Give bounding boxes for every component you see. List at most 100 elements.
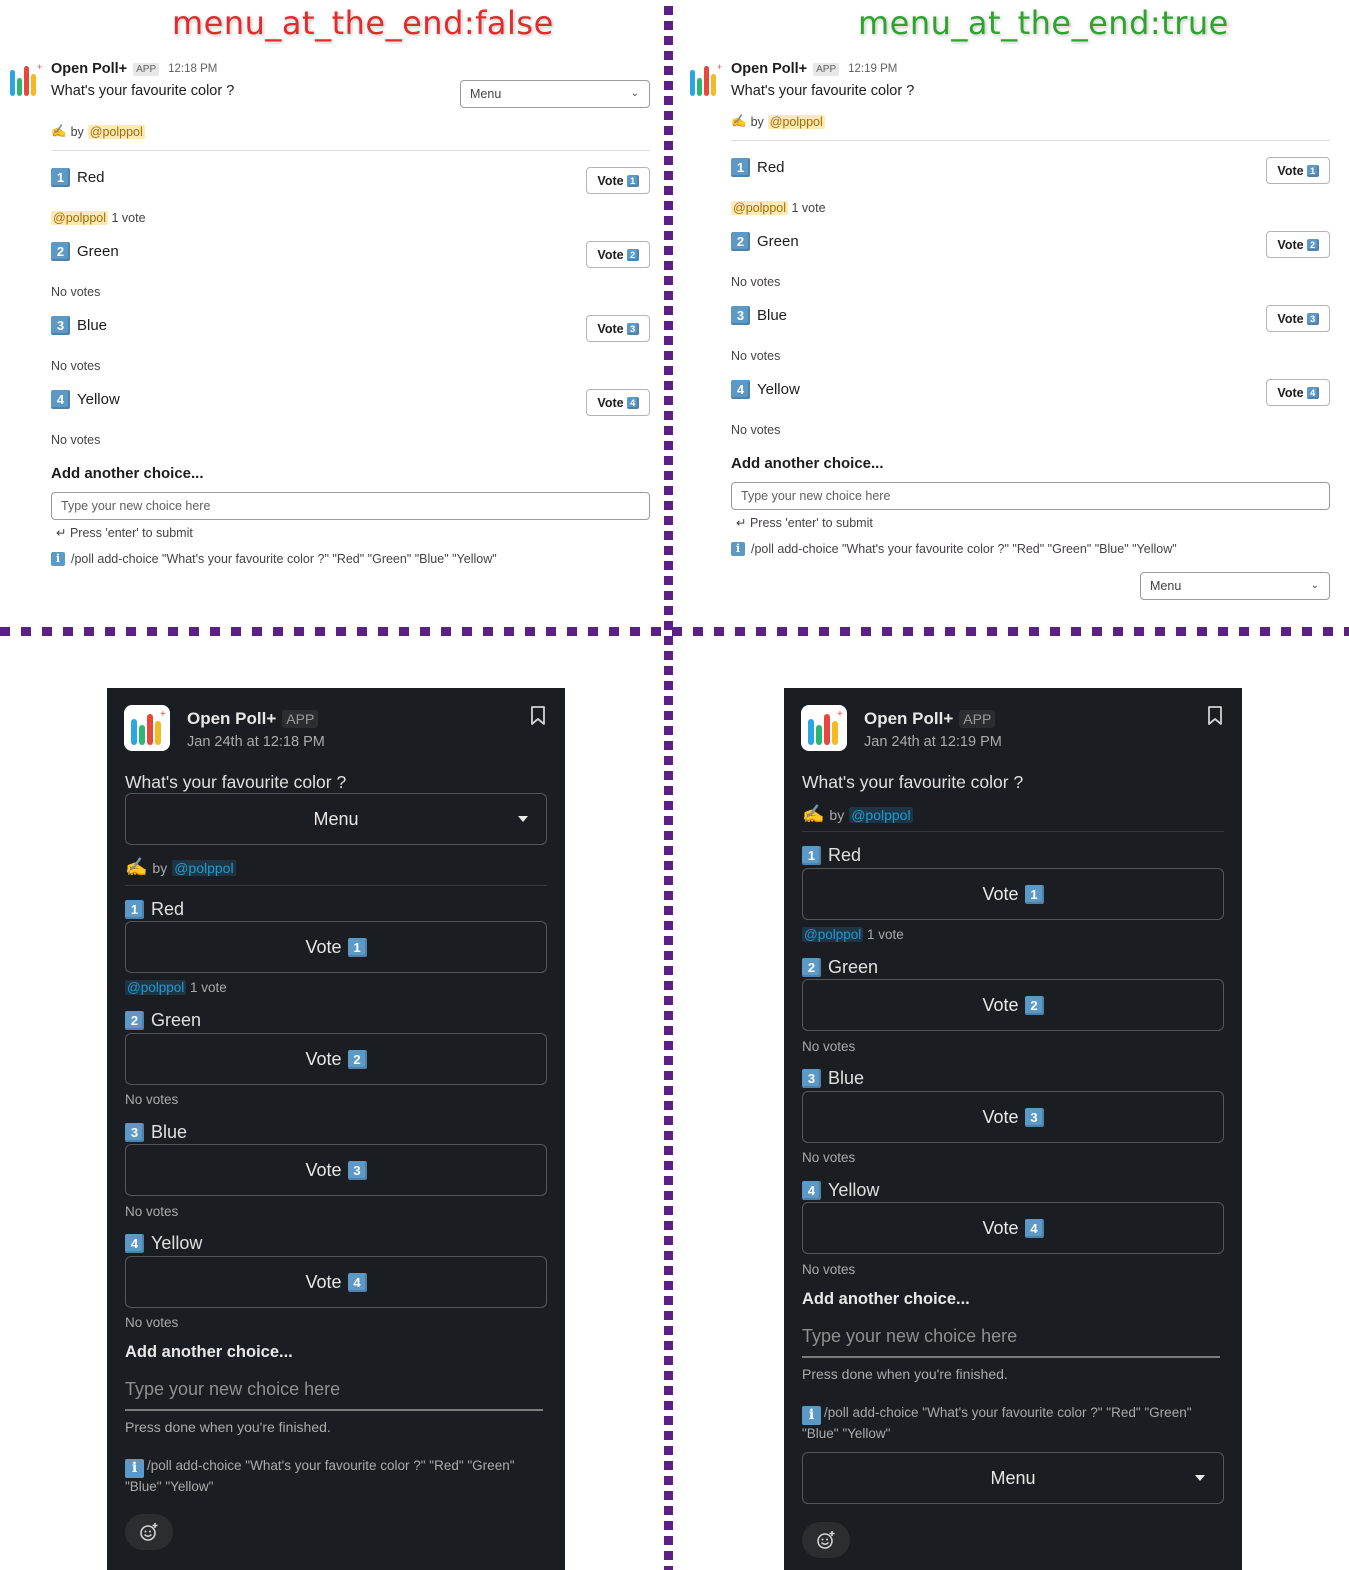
author-mention[interactable]: @polppol: [849, 806, 913, 823]
poll-question: What's your favourite color ?: [125, 772, 347, 792]
vote-count: 1 vote: [867, 927, 904, 942]
light-poll-menu-end: + Open Poll+ APP 12:19 PM What's your fa…: [680, 0, 1330, 620]
vote-count: 1 vote: [111, 211, 146, 225]
new-choice-input[interactable]: Type your new choice here: [731, 482, 1330, 510]
voters-1: @polppol 1 vote: [125, 980, 227, 995]
voters-3: No votes: [731, 349, 781, 363]
author-mention[interactable]: @polppol: [767, 114, 825, 129]
vote-button-2[interactable]: Vote 2: [802, 979, 1224, 1031]
keycap-two-icon: 2: [347, 1049, 367, 1069]
poll-question: What's your favourite color ?: [731, 83, 915, 99]
choice-label: Blue: [828, 1068, 865, 1088]
choice-yellow: 4 Yellow: [51, 390, 120, 409]
app-name[interactable]: Open Poll+: [864, 709, 953, 729]
vote-button-3[interactable]: Vote 3: [1266, 305, 1330, 332]
choice-yellow: 4 Yellow: [125, 1233, 202, 1254]
choice-green: 2 Green: [731, 232, 799, 251]
voters-4: No votes: [731, 423, 781, 437]
timestamp[interactable]: Jan 24th at 12:19 PM: [864, 734, 1002, 750]
vote-button-4[interactable]: Vote 4: [1266, 379, 1330, 406]
vote-button-1[interactable]: Vote 1: [586, 167, 650, 194]
menu-select[interactable]: Menu: [802, 1452, 1224, 1504]
vote-button-1[interactable]: Vote 1: [1266, 157, 1330, 184]
vote-button-2[interactable]: Vote 2: [125, 1033, 547, 1085]
menu-select[interactable]: Menu ⌄: [460, 80, 650, 108]
timestamp[interactable]: 12:19 PM: [848, 63, 897, 75]
vote-button-4[interactable]: Vote 4: [802, 1202, 1224, 1254]
choice-label: Red: [828, 845, 862, 865]
app-badge: APP: [282, 710, 319, 728]
info-icon: i: [802, 1406, 821, 1425]
new-choice-input[interactable]: Type your new choice here: [125, 1379, 543, 1411]
separator: [802, 831, 1224, 832]
info-icon: i: [125, 1459, 144, 1478]
choice-yellow: 4 Yellow: [802, 1180, 879, 1201]
app-name[interactable]: Open Poll+: [187, 709, 276, 729]
separator: [731, 140, 1330, 141]
command-hint: i /poll add-choice "What's your favourit…: [731, 542, 1177, 556]
command-hint: i/poll add-choice "What's your favourite…: [125, 1457, 545, 1495]
keycap-two-icon: 2: [802, 958, 821, 977]
app-badge: APP: [959, 710, 996, 728]
add-choice-title: Add another choice...: [802, 1290, 970, 1308]
poll-question: What's your favourite color ?: [51, 83, 235, 99]
keycap-four-icon: 4: [125, 1234, 144, 1253]
choice-label: Red: [757, 159, 785, 176]
choice-yellow: 4 Yellow: [731, 380, 800, 399]
info-icon: i: [51, 552, 65, 566]
author-mention[interactable]: @polppol: [87, 124, 145, 139]
bookmark-icon[interactable]: [1207, 706, 1223, 726]
timestamp[interactable]: 12:18 PM: [168, 63, 217, 75]
voter-mention[interactable]: @polppol: [731, 201, 789, 215]
menu-select[interactable]: Menu: [125, 793, 547, 845]
voters-3: No votes: [51, 359, 101, 373]
vote-label: Vote: [982, 994, 1019, 1015]
add-reaction-button[interactable]: [802, 1522, 850, 1558]
press-done-hint: Press done when you're finished.: [125, 1419, 331, 1435]
add-reaction-icon: [140, 1523, 158, 1541]
voters-4: No votes: [802, 1262, 856, 1277]
command-text: /poll add-choice "What's your favourite …: [125, 1458, 515, 1494]
vote-label: Vote: [1277, 311, 1304, 326]
voter-mention[interactable]: @polppol: [802, 927, 864, 942]
command-hint: i /poll add-choice "What's your favourit…: [51, 552, 497, 566]
menu-label: Menu: [990, 1467, 1036, 1488]
vote-label: Vote: [1277, 237, 1304, 252]
keycap-two-icon: 2: [1306, 238, 1319, 251]
timestamp[interactable]: Jan 24th at 12:18 PM: [187, 734, 325, 750]
keycap-one-icon: 1: [347, 937, 367, 957]
app-name[interactable]: Open Poll+: [731, 61, 807, 77]
vote-label: Vote: [597, 173, 624, 188]
keycap-four-icon: 4: [626, 396, 639, 409]
enter-hint: ↵ Press 'enter' to submit: [736, 516, 873, 530]
vote-label: Vote: [305, 936, 342, 957]
vote-label: Vote: [597, 395, 624, 410]
vote-count: 1 vote: [190, 980, 227, 995]
vote-button-3[interactable]: Vote 3: [586, 315, 650, 342]
new-choice-input[interactable]: Type your new choice here: [802, 1326, 1220, 1358]
app-badge: APP: [133, 62, 160, 76]
author-mention[interactable]: @polppol: [172, 859, 236, 876]
vote-button-1[interactable]: Vote 1: [125, 921, 547, 973]
byline: ✍ by @polppol: [731, 114, 825, 129]
light-poll-menu-top: + Open Poll+ APP 12:18 PM What's your fa…: [0, 0, 650, 620]
keycap-three-icon: 3: [1024, 1107, 1044, 1127]
app-name[interactable]: Open Poll+: [51, 61, 127, 77]
voter-mention[interactable]: @polppol: [125, 980, 187, 995]
vote-label: Vote: [1277, 163, 1304, 178]
menu-select[interactable]: Menu ⌄: [1140, 572, 1330, 600]
vote-button-4[interactable]: Vote 4: [586, 389, 650, 416]
vote-button-2[interactable]: Vote 2: [1266, 231, 1330, 258]
voter-mention[interactable]: @polppol: [51, 211, 109, 225]
new-choice-input[interactable]: Type your new choice here: [51, 492, 650, 520]
vote-button-1[interactable]: Vote 1: [802, 868, 1224, 920]
vote-button-2[interactable]: Vote 2: [586, 241, 650, 268]
voters-2: No votes: [731, 275, 781, 289]
vote-button-3[interactable]: Vote 3: [802, 1091, 1224, 1143]
vote-button-3[interactable]: Vote 3: [125, 1144, 547, 1196]
vote-button-4[interactable]: Vote 4: [125, 1256, 547, 1308]
add-reaction-button[interactable]: [125, 1514, 173, 1550]
vote-label: Vote: [597, 321, 624, 336]
bookmark-icon[interactable]: [530, 706, 546, 726]
keycap-three-icon: 3: [626, 322, 639, 335]
